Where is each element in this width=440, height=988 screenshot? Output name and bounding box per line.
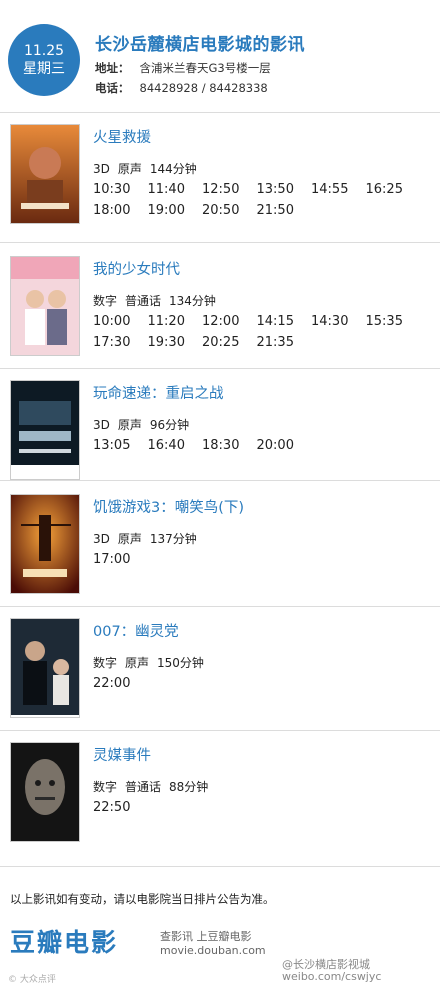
showtime[interactable]: 22:50 [93, 799, 148, 817]
movie-language: 原声 [117, 532, 142, 546]
movie-meta: 3D 原声 137分钟 [93, 530, 205, 547]
showtime[interactable]: 18:00 [93, 202, 148, 220]
movie-poster[interactable] [10, 124, 80, 224]
showtime[interactable]: 14:15 [257, 313, 312, 331]
movie-format: 3D [93, 418, 110, 432]
showtime[interactable]: 21:35 [257, 334, 312, 352]
showtime[interactable]: 14:55 [311, 181, 366, 199]
address-value: 含浦米兰春天G3号楼一层 [139, 61, 271, 75]
phone-value: 84428928 / 84428338 [139, 81, 268, 95]
movie-language: 原声 [117, 162, 142, 176]
showtime[interactable]: 20:25 [202, 334, 257, 352]
divider [0, 730, 440, 731]
showtime[interactable]: 12:00 [202, 313, 257, 331]
showtimes: 17:00 [93, 548, 433, 569]
movie-meta: 数字 原声 150分钟 [93, 654, 212, 671]
movie-item-5[interactable]: 007：幽灵党 数字 原声 150分钟 22:00 [0, 618, 440, 736]
showtime[interactable]: 13:50 [257, 181, 312, 199]
movie-format: 数字 [93, 294, 118, 308]
cinema-header: 11.25 星期三 长沙岳麓横店电影城的影讯 地址： 含浦米兰春天G3号楼一层 电… [0, 0, 440, 110]
movie-item-1[interactable]: 火星救援 3D 原声 144分钟 10:30 11:40 12:50 13:50 14:55… [0, 124, 440, 242]
movie-poster[interactable] [10, 494, 80, 594]
showtime[interactable]: 17:00 [93, 551, 148, 569]
showtimes: 22:00 [93, 672, 433, 693]
movie-duration: 88分钟 [169, 780, 209, 794]
movie-meta: 数字 普通话 134分钟 [93, 292, 224, 309]
cinema-title: 长沙岳麓横店电影城的影讯 [95, 35, 305, 55]
movie-item-2[interactable]: 我的少女时代 数字 普通话 134分钟 10:00 11:20 12:00 14:15 14… [0, 256, 440, 374]
showtime[interactable]: 19:00 [148, 202, 203, 220]
showtime[interactable]: 13:05 [93, 437, 148, 455]
showtime[interactable]: 10:30 [93, 181, 148, 199]
movie-language: 普通话 [125, 294, 162, 308]
movie-duration: 144分钟 [149, 162, 197, 176]
notice-text: 以上影讯如有变动，请以电影院当日排片公告为准。 [10, 892, 275, 906]
movie-title[interactable]: 饥饿游戏3：嘲笑鸟(下) [93, 496, 244, 517]
showtime[interactable]: 19:30 [148, 334, 203, 352]
movie-title[interactable]: 我的少女时代 [93, 258, 180, 279]
movie-meta: 3D 原声 96分钟 [93, 416, 197, 433]
cinema-phone: 电话： 84428928 / 84428338 [95, 80, 268, 96]
movie-poster[interactable] [10, 380, 80, 480]
divider [0, 480, 440, 481]
movie-meta: 3D 原声 144分钟 [93, 160, 205, 177]
showtimes: 10:30 11:40 12:50 13:50 14:55 16:25 18:00 19:00… [93, 178, 433, 220]
date-badge: 11.25 星期三 [8, 24, 80, 96]
movie-duration: 134分钟 [169, 294, 216, 308]
movie-format: 数字 [93, 780, 118, 794]
showtime[interactable]: 22:00 [93, 675, 148, 693]
footer-site-link[interactable]: movie.douban.com [160, 944, 266, 957]
showtime[interactable]: 16:25 [366, 181, 421, 199]
movie-meta: 数字 普通话 88分钟 [93, 778, 216, 795]
movie-format: 3D [93, 532, 110, 546]
showtime[interactable]: 16:40 [148, 437, 203, 455]
showtime[interactable]: 17:30 [93, 334, 148, 352]
cinema-address: 地址： 含浦米兰春天G3号楼一层 [95, 60, 271, 76]
phone-label: 电话： [95, 81, 130, 95]
movie-duration: 150分钟 [157, 656, 204, 670]
showtime[interactable]: 11:20 [148, 313, 203, 331]
showtime[interactable]: 15:35 [366, 313, 421, 331]
movie-language: 原声 [117, 418, 142, 432]
watermark-left: © 大众点评 [8, 975, 56, 985]
showtimes: 10:00 11:20 12:00 14:15 14:30 15:35 17:30 19:30… [93, 310, 433, 352]
divider [0, 866, 440, 867]
movie-poster[interactable] [10, 618, 80, 718]
movie-item-6[interactable]: 灵媒事件 数字 普通话 88分钟 22:50 [0, 742, 440, 860]
divider [0, 368, 440, 369]
address-label: 地址： [95, 61, 130, 75]
footer-slogan: 查影讯 上豆瓣电影 [160, 930, 252, 943]
movie-title[interactable]: 火星救援 [93, 126, 151, 147]
showtime[interactable]: 20:00 [257, 437, 312, 455]
movie-language: 普通话 [125, 780, 162, 794]
watermark-right-url: weibo.com/cswjyc [282, 970, 382, 983]
showtime[interactable]: 14:30 [311, 313, 366, 331]
showtime[interactable]: 10:00 [93, 313, 148, 331]
movie-format: 数字 [93, 656, 118, 670]
movie-title[interactable]: 007：幽灵党 [93, 620, 179, 641]
showtime[interactable]: 18:30 [202, 437, 257, 455]
footer: 豆瓣电影 查影讯 上豆瓣电影 movie.douban.com © 大众点评 @… [0, 918, 440, 988]
divider [0, 606, 440, 607]
movie-poster[interactable] [10, 256, 80, 356]
showtimes: 13:05 16:40 18:30 20:00 [93, 434, 433, 455]
movie-duration: 96分钟 [149, 418, 190, 432]
showtime[interactable]: 21:50 [257, 202, 312, 220]
movie-title[interactable]: 灵媒事件 [93, 744, 151, 765]
movie-format: 3D [93, 162, 110, 176]
movie-language: 原声 [125, 656, 150, 670]
showtime[interactable]: 11:40 [148, 181, 203, 199]
divider [0, 112, 440, 113]
divider [0, 242, 440, 243]
showtime[interactable]: 20:50 [202, 202, 257, 220]
showtime[interactable]: 12:50 [202, 181, 257, 199]
douban-logo[interactable]: 豆瓣电影 [10, 923, 118, 959]
movie-duration: 137分钟 [149, 532, 197, 546]
weekday-text: 星期三 [23, 61, 65, 77]
showtimes: 22:50 [93, 796, 433, 817]
movie-poster[interactable] [10, 742, 80, 842]
date-text: 11.25 [23, 43, 65, 59]
movie-title[interactable]: 玩命速递：重启之战 [93, 382, 224, 403]
movie-item-4[interactable]: 饥饿游戏3：嘲笑鸟(下) 3D 原声 137分钟 17:00 [0, 494, 440, 612]
